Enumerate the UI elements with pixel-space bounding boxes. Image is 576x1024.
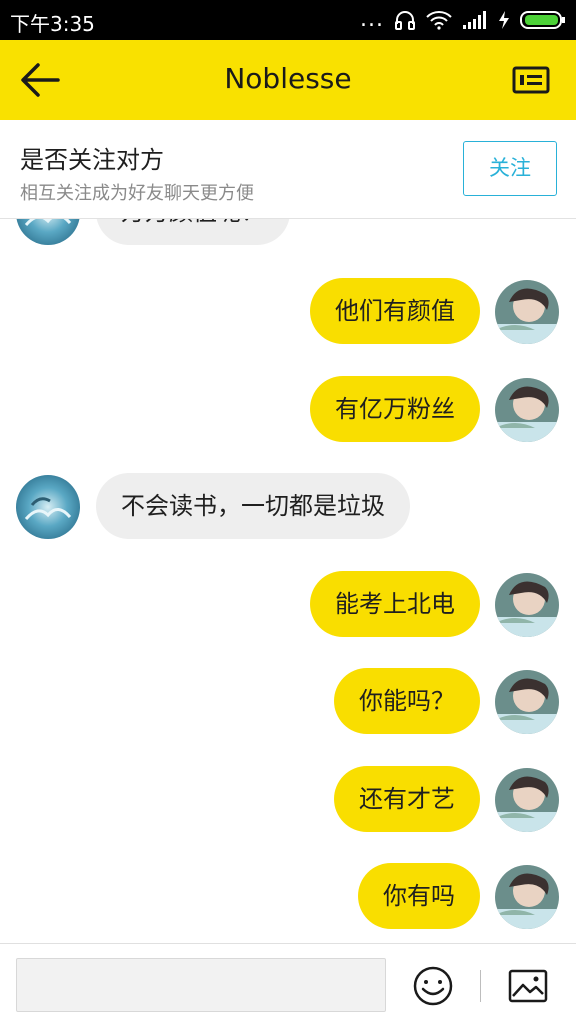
- message-bubble[interactable]: 有亿万粉丝: [310, 376, 480, 442]
- title-bar: Noblesse: [0, 40, 576, 120]
- emoji-button[interactable]: [411, 964, 455, 1008]
- message-row: 有亿万粉丝: [0, 376, 576, 442]
- user-avatar[interactable]: [495, 670, 559, 734]
- follow-banner: 是否关注对方 相互关注成为好友聊天更方便 关注: [0, 120, 576, 219]
- status-bar: 下午3:35 ...: [0, 0, 576, 40]
- image-icon: [508, 969, 548, 1003]
- more-dots-icon: ...: [360, 7, 384, 32]
- user-avatar[interactable]: [495, 768, 559, 832]
- wifi-icon: [426, 10, 452, 30]
- message-bubble[interactable]: 你有吗: [358, 863, 480, 929]
- message-bubble[interactable]: 不会读书，一切都是垃圾: [96, 473, 410, 539]
- input-bar: [0, 943, 576, 1024]
- follow-prompt-subtitle: 相互关注成为好友聊天更方便: [20, 183, 254, 204]
- chat-list[interactable]: 万万颜值呢？ 他们有颜值 有亿万粉丝 不会读书，一切都是垃圾 能考上北电 你能吗…: [0, 219, 576, 942]
- status-icons: ...: [360, 8, 566, 32]
- message-bubble[interactable]: 能考上北电: [310, 571, 480, 637]
- message-row: 他们有颜值: [0, 278, 576, 344]
- battery-icon: [520, 10, 566, 30]
- message-bubble[interactable]: 你能吗？: [334, 668, 480, 734]
- user-avatar[interactable]: [495, 865, 559, 929]
- message-row: 你能吗？: [0, 668, 576, 734]
- follow-prompt-title: 是否关注对方: [20, 146, 164, 174]
- profile-card-button[interactable]: [512, 65, 550, 95]
- message-row: 能考上北电: [0, 571, 576, 637]
- divider: [480, 970, 481, 1002]
- message-row: 还有才艺: [0, 766, 576, 832]
- message-row: 万万颜值呢？: [0, 219, 576, 245]
- follow-button[interactable]: 关注: [463, 141, 557, 196]
- contact-avatar[interactable]: [16, 475, 80, 539]
- message-bubble[interactable]: 万万颜值呢？: [96, 219, 290, 245]
- message-row: 不会读书，一切都是垃圾: [0, 473, 576, 539]
- headphone-icon: [394, 9, 416, 31]
- emoji-icon: [413, 966, 453, 1006]
- contact-avatar[interactable]: [16, 219, 80, 245]
- message-row: 你有吗: [0, 863, 576, 929]
- charging-icon: [498, 10, 510, 30]
- page-title: Noblesse: [224, 62, 352, 95]
- user-avatar[interactable]: [495, 280, 559, 344]
- image-button[interactable]: [508, 968, 548, 1004]
- message-bubble[interactable]: 还有才艺: [334, 766, 480, 832]
- message-input[interactable]: [16, 958, 386, 1012]
- user-avatar[interactable]: [495, 573, 559, 637]
- profile-card-icon: [512, 66, 550, 94]
- user-avatar[interactable]: [495, 378, 559, 442]
- status-time: 下午3:35: [10, 12, 95, 36]
- signal-icon: [462, 10, 488, 30]
- message-bubble[interactable]: 他们有颜值: [310, 278, 480, 344]
